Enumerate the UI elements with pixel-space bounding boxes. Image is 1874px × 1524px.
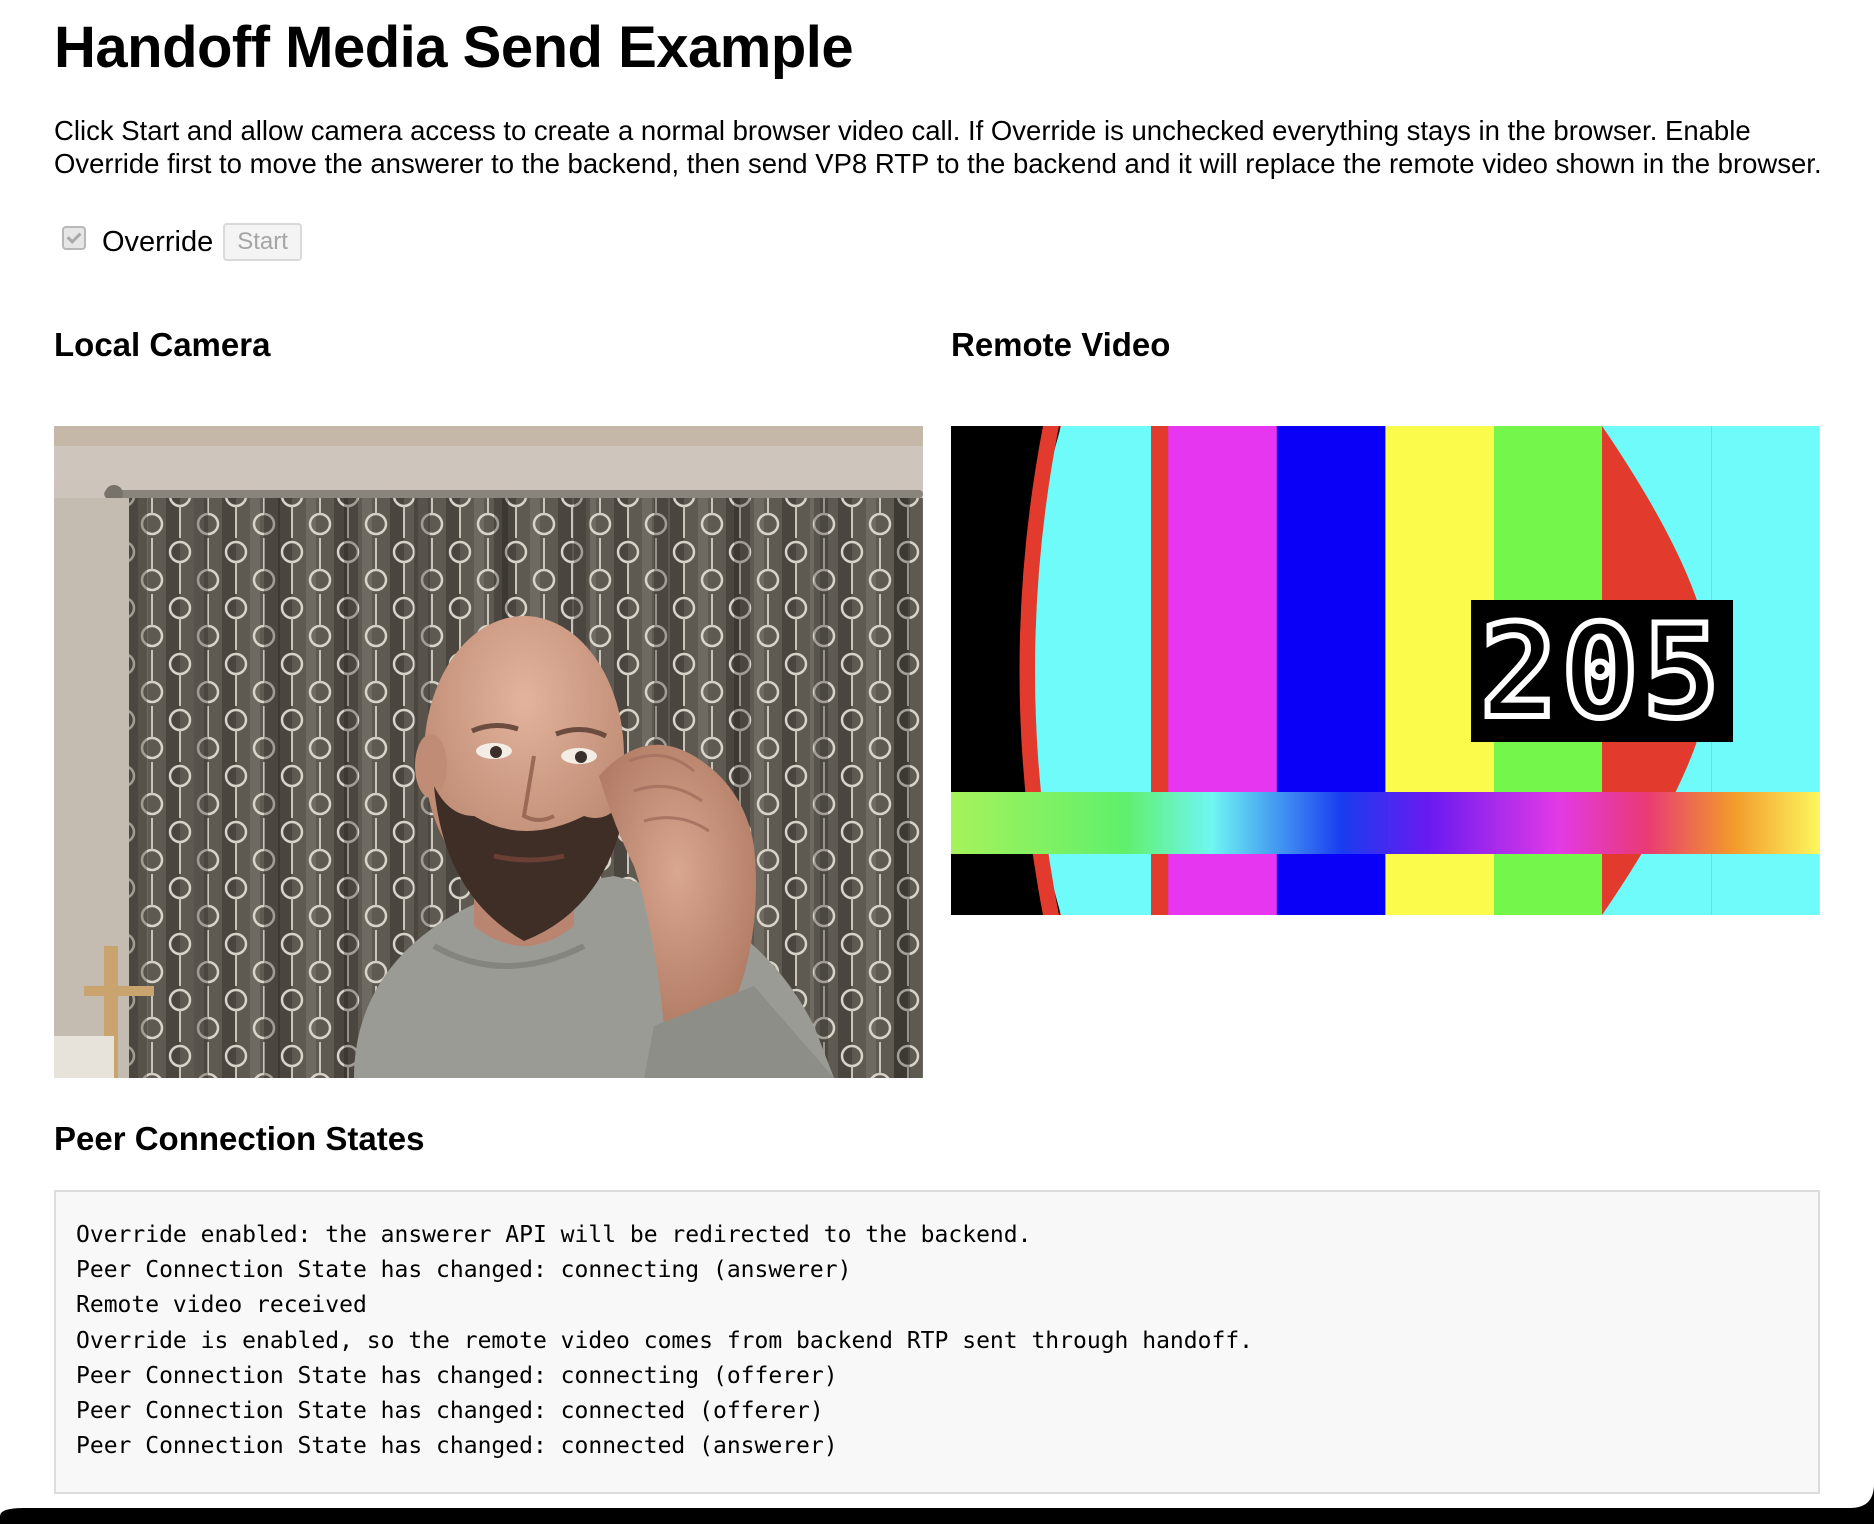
start-button[interactable]: Start <box>223 223 302 261</box>
frame-counter-text: 205 <box>1480 598 1723 747</box>
test-pattern-frame: 205 <box>951 426 1820 915</box>
remote-video-heading: Remote Video <box>951 326 1171 363</box>
page-title: Handoff Media Send Example <box>54 15 854 80</box>
remote-video: 205 <box>951 426 1820 915</box>
page-description: Click Start and allow camera access to c… <box>54 115 1822 179</box>
log-line: Override is enabled, so the remote video… <box>76 1327 1254 1354</box>
log-line: Peer Connection State has changed: conne… <box>76 1397 824 1424</box>
local-camera-heading: Local Camera <box>54 326 271 363</box>
controls-row: Override Start <box>54 222 302 262</box>
peer-connection-log: Override enabled: the answerer API will … <box>54 1190 1820 1494</box>
log-line: Peer Connection State has changed: conne… <box>76 1257 852 1284</box>
log-line: Remote video received <box>76 1292 367 1319</box>
log-line: Peer Connection State has changed: conne… <box>76 1433 838 1460</box>
log-line: Peer Connection State has changed: conne… <box>76 1362 838 1389</box>
test-pattern-rainbow-band <box>951 792 1820 854</box>
peer-connection-states-heading: Peer Connection States <box>54 1120 425 1157</box>
override-checkbox[interactable] <box>62 226 86 250</box>
local-camera-frame-image <box>54 426 923 1078</box>
log-line: Override enabled: the answerer API will … <box>76 1222 1032 1248</box>
local-camera-video <box>54 426 923 1078</box>
override-label: Override <box>102 225 214 258</box>
